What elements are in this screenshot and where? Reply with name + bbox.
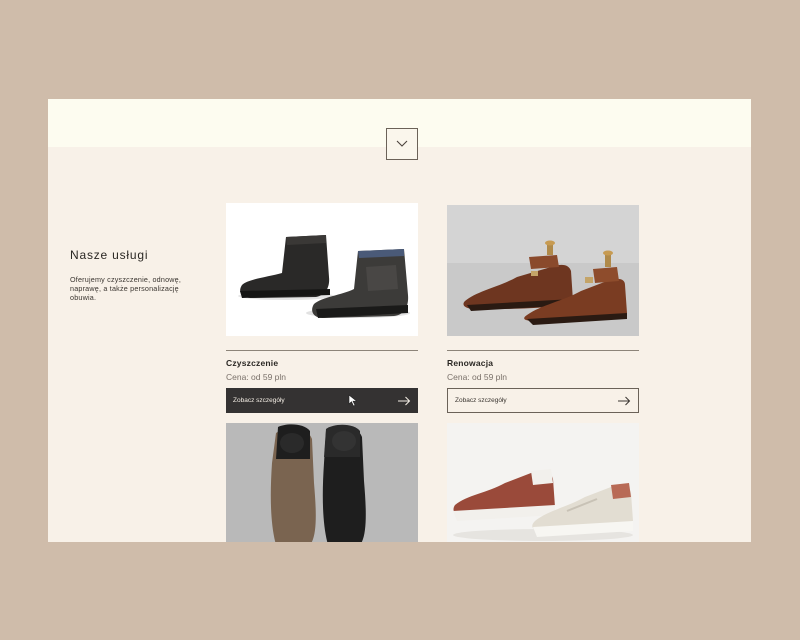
section-description: Oferujemy czyszczenie, odnowę, naprawę, … xyxy=(70,275,182,302)
mouse-cursor-icon xyxy=(348,394,358,407)
service-card-czyszczenie: Czyszczenie Cena: od 59 pln Zobacz szcze… xyxy=(226,203,418,413)
arrow-right-icon xyxy=(618,396,631,405)
intro-block: Nasze usługi Oferujemy czyszczenie, odno… xyxy=(70,248,200,302)
arrow-right-icon xyxy=(398,396,411,405)
chevron-down-icon xyxy=(396,140,408,147)
boots-photo[interactable] xyxy=(226,203,418,336)
oxfords-photo[interactable] xyxy=(447,205,639,336)
scroll-down-button[interactable] xyxy=(386,128,418,160)
card-divider xyxy=(226,350,418,351)
details-button-renowacja[interactable]: Zobacz szczegóły xyxy=(447,388,639,413)
sneakers-photo[interactable] xyxy=(447,423,639,542)
card-divider xyxy=(447,350,639,351)
service-name: Renowacja xyxy=(447,358,494,368)
details-button-label: Zobacz szczegóły xyxy=(455,397,507,404)
details-button-czyszczenie[interactable]: Zobacz szczegóły xyxy=(226,388,418,413)
service-price: Cena: od 59 pln xyxy=(226,372,287,382)
services-panel: Nasze usługi Oferujemy czyszczenie, odno… xyxy=(48,99,751,542)
details-button-label: Zobacz szczegóły xyxy=(233,397,285,404)
shoe-soles-photo[interactable] xyxy=(226,423,418,542)
service-name: Czyszczenie xyxy=(226,358,279,368)
service-price: Cena: od 59 pln xyxy=(447,372,508,382)
section-title: Nasze usługi xyxy=(70,248,149,262)
service-card-renowacja: Renowacja Cena: od 59 pln Zobacz szczegó… xyxy=(447,205,639,413)
